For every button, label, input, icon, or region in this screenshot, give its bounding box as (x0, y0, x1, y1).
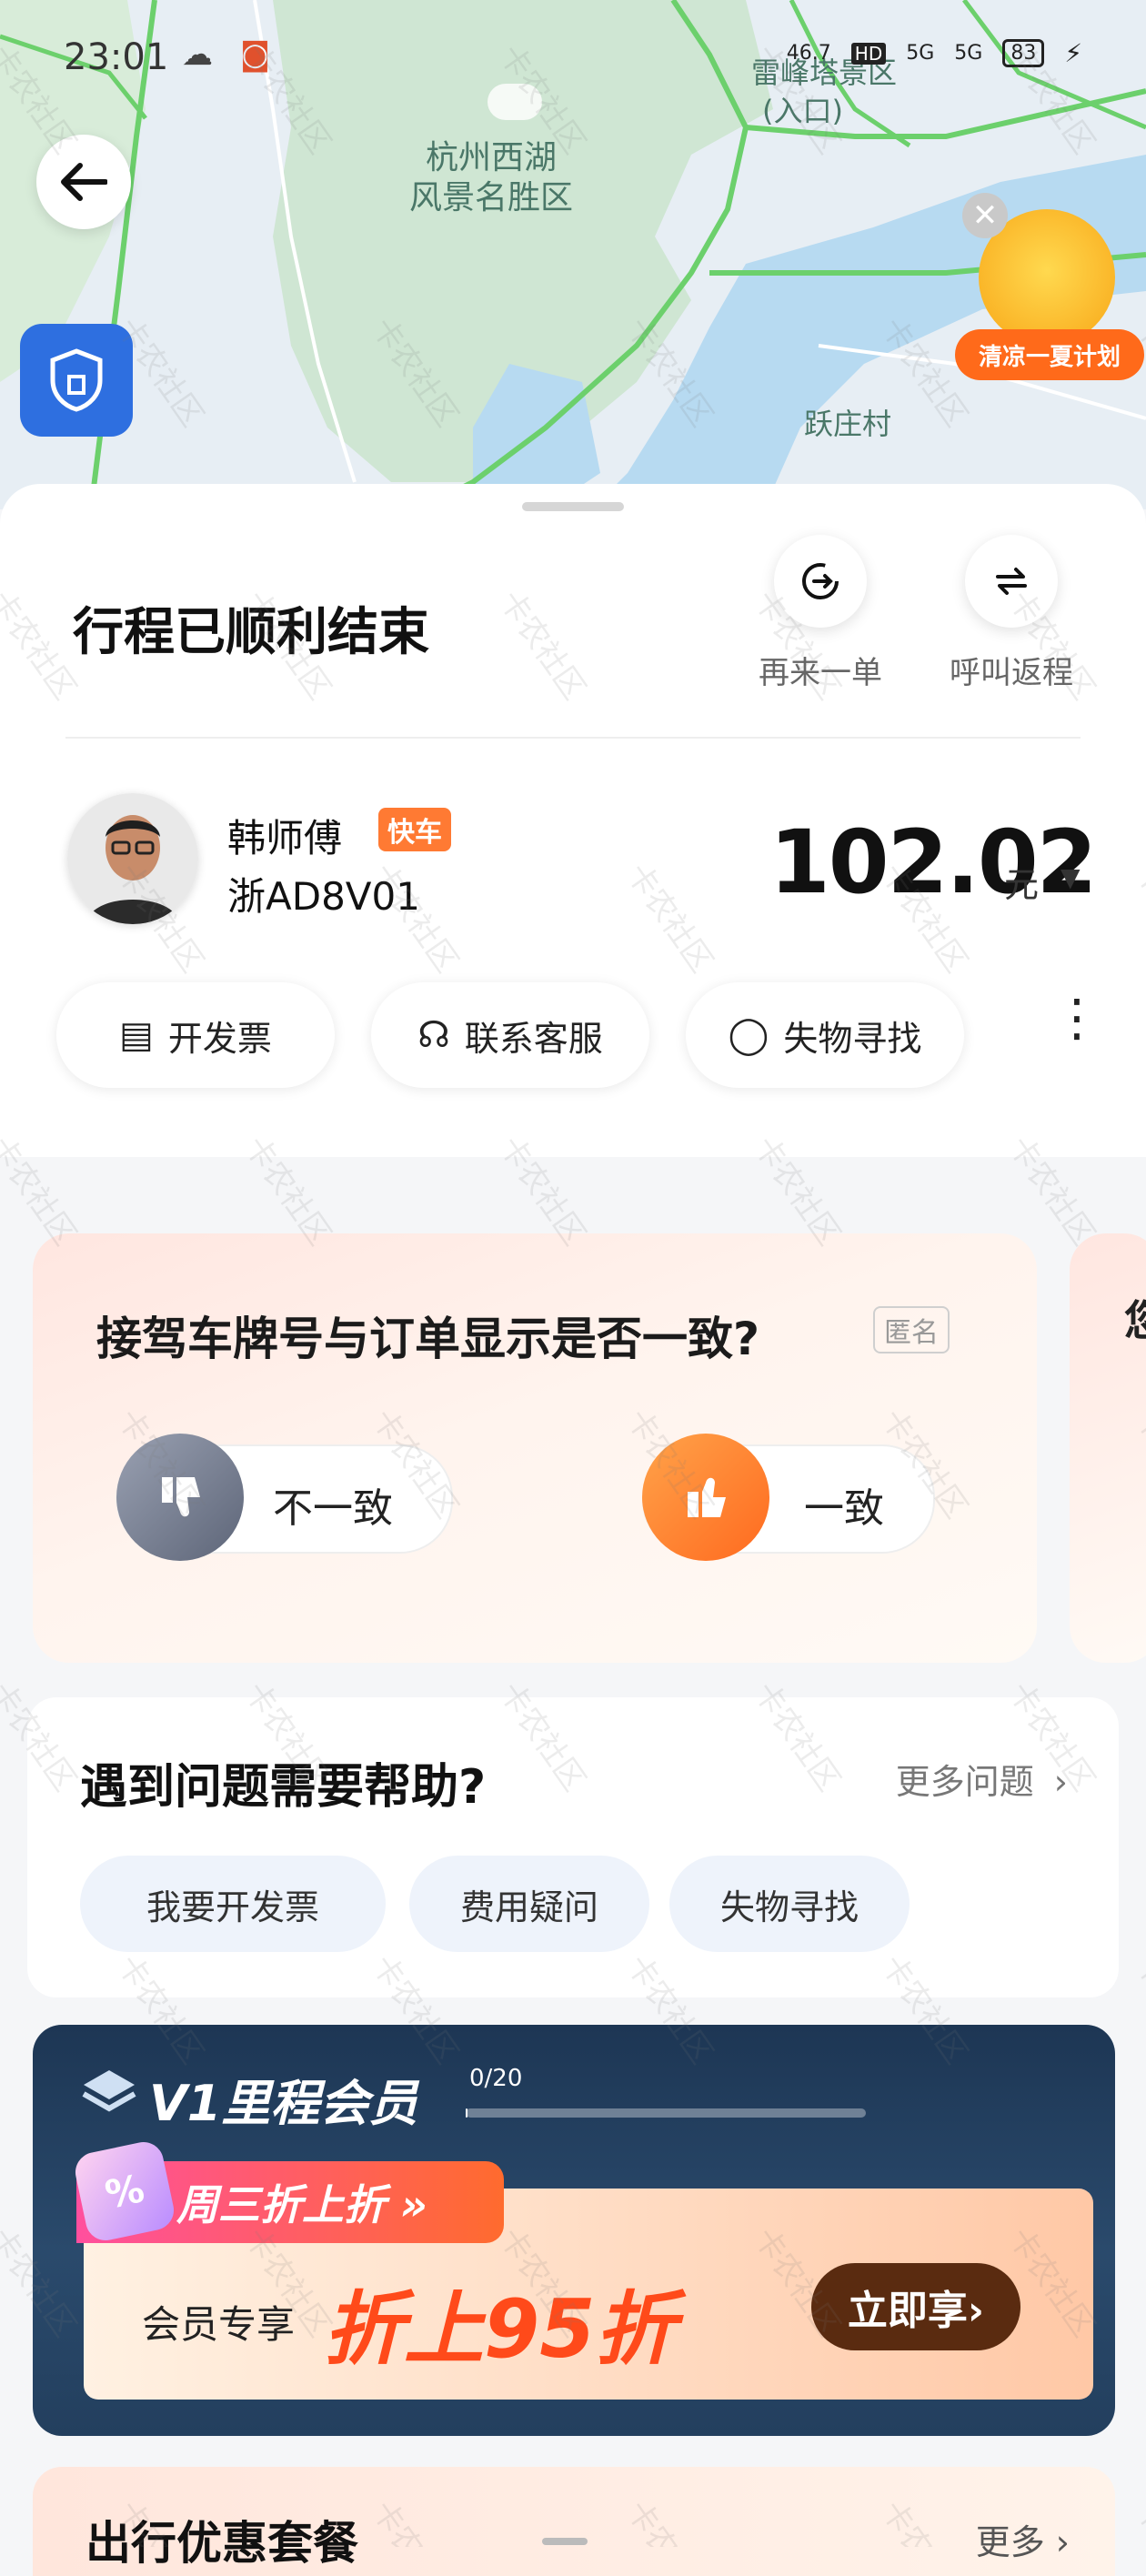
car-type-badge: 快车 (378, 808, 451, 851)
survey-question: 接驾车牌号与订单显示是否一致? (96, 1313, 760, 1365)
signal-5g-1: 5G (906, 42, 935, 65)
return-trip-label: 呼叫返程 (950, 655, 1073, 691)
reorder-label: 再来一单 (759, 655, 882, 691)
member-progress-text: 0/20 (469, 2065, 523, 2092)
more-questions-link[interactable]: 更多问题 › (896, 1754, 1068, 1804)
invoice-icon: ▤ (119, 1014, 154, 1056)
status-bar: 23:01 ☁ ◙ 46.7 HD 5G 5G 83 ⚡ (0, 0, 1146, 109)
return-trip-icon (965, 535, 1058, 628)
package-title: 出行优惠套餐 (85, 2517, 358, 2570)
coupon-discount: 折上95折 (324, 2282, 676, 2376)
sheet-handle[interactable] (522, 502, 624, 511)
map-label-west-lake: 杭州西湖 风景名胜区 (409, 139, 574, 216)
arrow-left-icon (61, 163, 107, 201)
shield-icon (50, 348, 103, 412)
status-time: 23:01 (64, 36, 169, 78)
invoice-button[interactable]: ▤ 开发票 (56, 982, 335, 1088)
signal-5g-2: 5G (954, 42, 983, 65)
safety-button[interactable] (20, 324, 133, 437)
next-survey-peek: 您 (1124, 1296, 1146, 1345)
watermark-text: 卡农社区 (1129, 2494, 1146, 2547)
trip-sheet: 行程已顺利结束 再来一单 呼叫返程 韩师傅 快车 浙AD8V01 102.02 … (0, 484, 1146, 1157)
wechat-icon: ☁ (182, 36, 213, 73)
customer-service-button[interactable]: ☊ 联系客服 (371, 982, 649, 1088)
license-plate: 浙AD8V01 (227, 874, 420, 919)
app-notification-icon: ◙ (240, 36, 270, 73)
help-tag-invoice[interactable]: 我要开发票 (80, 1856, 386, 1952)
anonymous-badge: 匿名 (873, 1306, 950, 1353)
status-right-icons: 46.7 HD 5G 5G 83 ⚡ (787, 38, 1082, 68)
fare-unit: 元 (1004, 865, 1040, 905)
chevron-down-icon[interactable]: ▼ (1061, 862, 1081, 892)
v1-logo-icon (82, 2070, 136, 2112)
member-card[interactable]: V1里程会员 0/20 周三折上折 » % 会员专享 折上95折 立即享› (33, 2025, 1115, 2436)
more-options-icon[interactable]: ⋮ (1051, 993, 1102, 1044)
driver-name: 韩师傅 (227, 816, 343, 860)
charging-icon: ⚡ (1064, 38, 1082, 68)
next-survey-card[interactable]: 您 (1070, 1233, 1146, 1663)
thumbs-down-icon (116, 1434, 244, 1561)
plate-survey-card: 接驾车牌号与订单显示是否一致? 匿名 不一致 一致 (33, 1233, 1037, 1663)
search-icon: ◯ (728, 1014, 769, 1056)
trip-status-title: 行程已顺利结束 (73, 603, 429, 662)
vote-consistent-label: 一致 (804, 1485, 884, 1532)
return-trip-button[interactable]: 呼叫返程 (939, 535, 1084, 692)
vote-inconsistent-label: 不一致 (273, 1485, 393, 1532)
map-label-village: 跃庄村 (804, 407, 892, 441)
fare-amount[interactable]: 102.02 (769, 811, 1097, 913)
network-speed: 46.7 (786, 42, 831, 65)
reorder-button[interactable]: 再来一单 (748, 535, 893, 692)
member-progress-bar (466, 2108, 866, 2118)
member-title: V1里程会员 (149, 2075, 418, 2132)
watermark-text: 卡农社区 (1129, 1948, 1146, 2070)
driver-avatar[interactable] (67, 793, 198, 924)
more-questions-label: 更多问题 (895, 1762, 1034, 1802)
home-indicator (542, 2538, 588, 2545)
help-title: 遇到问题需要帮助? (80, 1760, 487, 1815)
help-card: 遇到问题需要帮助? 更多问题 › 我要开发票 费用疑问 失物寻找 (27, 1697, 1119, 1997)
customer-service-label: 联系客服 (464, 1018, 603, 1059)
help-tag-fee[interactable]: 费用疑问 (409, 1856, 649, 1952)
travel-package-card[interactable]: 出行优惠套餐 更多 › (33, 2467, 1115, 2576)
discount-icon: % (71, 2138, 178, 2245)
help-tag-lost-item[interactable]: 失物寻找 (669, 1856, 910, 1952)
vote-inconsistent-button[interactable]: 不一致 (116, 1434, 453, 1561)
promo-tag[interactable]: 清凉一夏计划 (955, 329, 1144, 380)
chevron-right-icon: › (1053, 1762, 1068, 1802)
coupon-claim-button[interactable]: 立即享› (811, 2263, 1020, 2350)
invoice-label: 开发票 (167, 1018, 272, 1059)
back-button[interactable] (36, 135, 131, 229)
lost-item-label: 失物寻找 (783, 1018, 922, 1059)
member-progress-fill (466, 2108, 468, 2118)
promo-close-button[interactable]: ✕ (962, 193, 1008, 238)
hd-badge: HD (850, 42, 887, 65)
status-left-icons: ☁ ◙ (182, 36, 270, 73)
coupon-prefix: 会员专享 (142, 2302, 296, 2347)
divider (65, 737, 1081, 739)
package-more-link[interactable]: 更多 › (976, 2514, 1070, 2564)
lost-item-button[interactable]: ◯ 失物寻找 (686, 982, 964, 1088)
thumbs-up-icon (642, 1434, 769, 1561)
battery-icon: 83 (1002, 39, 1045, 67)
vote-consistent-button[interactable]: 一致 (642, 1434, 935, 1561)
reorder-icon (774, 535, 867, 628)
headset-icon: ☊ (417, 1014, 450, 1056)
